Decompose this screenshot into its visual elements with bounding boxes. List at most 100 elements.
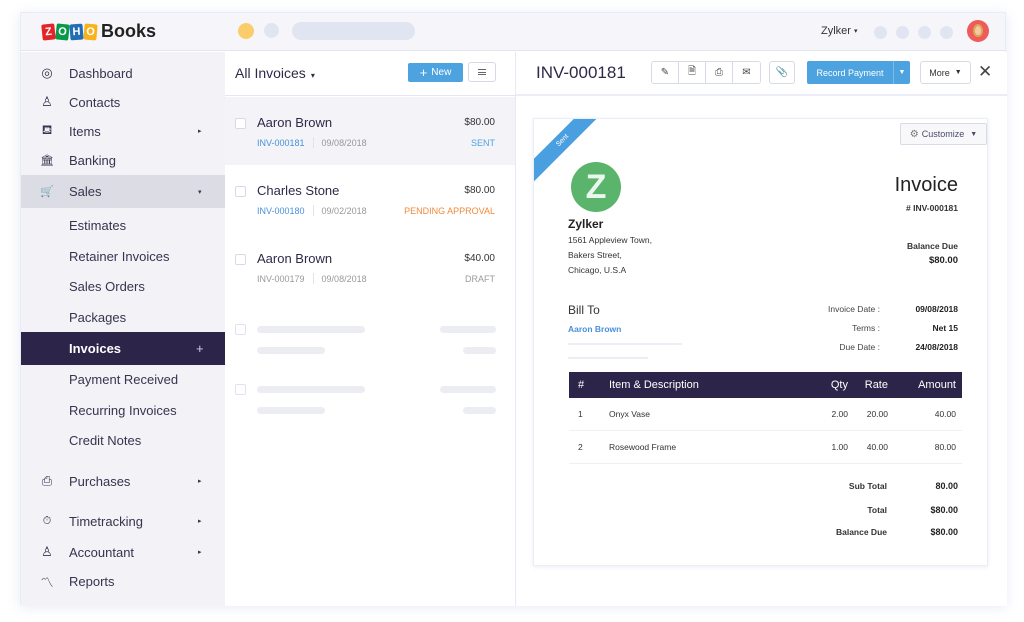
add-invoice-icon[interactable]: +	[196, 341, 204, 356]
items-basket-icon: ⛾	[41, 122, 53, 137]
table-header: # Item & Description Qty Rate Amount	[569, 372, 962, 398]
row-checkbox[interactable]	[235, 254, 246, 265]
shopping-bag-icon: ⎙	[41, 473, 53, 488]
bill-to-customer-link[interactable]: Aaron Brown	[568, 324, 621, 334]
invoice-meta: INV-000180 09/02/2018	[257, 205, 367, 216]
cart-icon: 🛒	[40, 186, 54, 198]
caret-down-icon[interactable]: ▼	[893, 61, 910, 84]
skeleton-line	[463, 407, 496, 414]
sidebar-subitem-recurring-invoices[interactable]: Recurring Invoices	[21, 395, 225, 425]
more-button[interactable]: More ▼	[920, 61, 971, 84]
sidebar-item-accountant[interactable]: ♙ Accountant ▸	[21, 537, 225, 567]
logo-letter: O	[55, 22, 70, 41]
sidebar-item-label: Contacts	[69, 94, 121, 110]
cell-rate: 20.00	[866, 409, 888, 419]
topbar-icon-placeholder[interactable]	[896, 26, 909, 39]
logo-letter: H	[69, 23, 84, 40]
skeleton-line	[568, 357, 648, 359]
top-bar: Z O H O Books Zylker ▾	[21, 13, 1005, 51]
sidebar-subitem-retainer-invoices[interactable]: Retainer Invoices	[21, 241, 225, 271]
sidebar-subitem-sales-orders[interactable]: Sales Orders	[21, 271, 225, 301]
sidebar-item-items[interactable]: ⛾ Items ▸	[21, 116, 225, 146]
sidebar-item-purchases[interactable]: ⎙ Purchases ▸	[21, 466, 225, 496]
stopwatch-icon: ⏱	[42, 514, 52, 527]
email-envelope-icon[interactable]: ✉	[733, 62, 760, 83]
pdf-document-icon[interactable]: 🗎	[679, 62, 706, 83]
chevron-right-icon: ▸	[198, 518, 202, 525]
invoice-date-value: 09/08/2018	[915, 304, 958, 314]
close-icon[interactable]: ✕	[978, 62, 992, 82]
logo-letter: Z	[41, 22, 56, 41]
sidebar-item-sales[interactable]: 🛒 Sales ▾	[21, 175, 225, 208]
attachment-paperclip-icon[interactable]: 📎	[769, 61, 795, 84]
sidebar-subitem-payment-received[interactable]: Payment Received	[21, 364, 225, 394]
sidebar-item-timetracking[interactable]: ⏱ Timetracking ▸	[21, 506, 225, 536]
cell-number: 2	[578, 442, 583, 452]
sidebar-item-label: Accountant	[69, 544, 135, 560]
sidebar-item-reports[interactable]: 〽 Reports	[21, 566, 225, 596]
placeholder-dot[interactable]	[264, 23, 279, 38]
customer-name: Aaron Brown	[257, 251, 333, 266]
topbar-icon-placeholder[interactable]	[874, 26, 887, 39]
invoice-number: INV-000179	[257, 273, 305, 284]
sidebar-item-dashboard[interactable]: ◎ Dashboard	[21, 58, 225, 88]
invoice-number: INV-000181	[257, 137, 305, 148]
cell-amount: 80.00	[934, 442, 956, 452]
col-header-number: #	[578, 379, 585, 391]
dashboard-icon: ◎	[41, 65, 53, 80]
row-checkbox[interactable]	[235, 118, 246, 129]
sidebar-subitem-invoices[interactable]: Invoices +	[21, 332, 225, 365]
balance-due-total-value: $80.00	[930, 527, 958, 537]
invoice-filter-dropdown[interactable]: All Invoices ▾	[235, 65, 315, 81]
document-title: Invoice	[894, 174, 958, 196]
brand-name: Books	[101, 21, 157, 41]
sidebar-item-banking[interactable]: 🏛 Banking	[21, 145, 225, 175]
hamburger-icon	[478, 69, 486, 75]
plus-icon: +	[419, 65, 428, 80]
due-date-label: Due Date :	[839, 342, 880, 352]
edit-pencil-icon[interactable]: ✎	[652, 62, 679, 83]
gear-icon: ⚙	[909, 128, 919, 140]
row-checkbox[interactable]	[235, 186, 246, 197]
sidebar-subitem-credit-notes[interactable]: Credit Notes	[21, 425, 225, 455]
table-row: 1 Onyx Vase 2.00 20.00 40.00	[569, 398, 962, 431]
detail-header: INV-000181 ✎ 🗎 ⎙ ✉ 📎 Record Payment ▼ Mo…	[516, 52, 1007, 96]
org-logo: Z	[571, 162, 621, 212]
invoice-date-label: Invoice Date :	[828, 304, 880, 314]
app-window: Z O H O Books Zylker ▾ ◎ Dashboard ♙ Cont…	[20, 12, 1007, 606]
topbar-icon-placeholder[interactable]	[918, 26, 931, 39]
col-header-amount: Amount	[918, 379, 956, 391]
contacts-icon: ♙	[41, 94, 53, 109]
invoice-list-item[interactable]: Charles Stone $80.00 INV-000180 09/02/20…	[225, 165, 515, 233]
sidebar-subitem-packages[interactable]: Packages	[21, 302, 225, 332]
col-header-description: Item & Description	[609, 379, 699, 391]
search-bar-placeholder[interactable]	[292, 22, 415, 40]
list-menu-button[interactable]	[468, 62, 496, 82]
separator	[312, 273, 314, 284]
print-icon[interactable]: ⎙	[706, 62, 733, 83]
topbar-icon-placeholder[interactable]	[940, 26, 953, 39]
invoice-list-pane: All Invoices ▾ + New Aaron Brown $80.00 I…	[225, 52, 516, 606]
invoice-list-item[interactable]: Aaron Brown $80.00 INV-000181 09/08/2018…	[225, 97, 515, 165]
sidebar-subitem-estimates[interactable]: Estimates	[21, 210, 225, 240]
status-badge: DRAFT	[465, 274, 495, 284]
filter-label: All Invoices	[235, 65, 306, 81]
new-invoice-button[interactable]: + New	[408, 63, 463, 82]
sidebar-item-label: Payment Received	[69, 371, 179, 387]
col-header-rate: Rate	[864, 379, 888, 391]
org-switcher[interactable]: Zylker ▾	[821, 25, 857, 37]
user-avatar[interactable]	[967, 20, 989, 42]
skeleton-line	[440, 326, 496, 333]
record-payment-label[interactable]: Record Payment	[807, 61, 893, 84]
invoice-list-item[interactable]: Aaron Brown $40.00 INV-000179 09/08/2018…	[225, 233, 515, 301]
total-value: $80.00	[930, 505, 958, 515]
customize-label: Customize	[921, 129, 965, 139]
customize-button[interactable]: ⚙ Customize ▼	[900, 123, 987, 145]
reports-chart-icon: 〽	[40, 574, 54, 590]
notification-dot[interactable]	[238, 23, 254, 39]
record-payment-button[interactable]: Record Payment ▼	[807, 61, 910, 84]
skeleton-line	[257, 386, 365, 393]
zoho-books-logo[interactable]: Z O H O Books	[41, 21, 157, 42]
caret-down-icon: ▾	[853, 28, 858, 36]
sidebar-item-contacts[interactable]: ♙ Contacts	[21, 87, 225, 117]
